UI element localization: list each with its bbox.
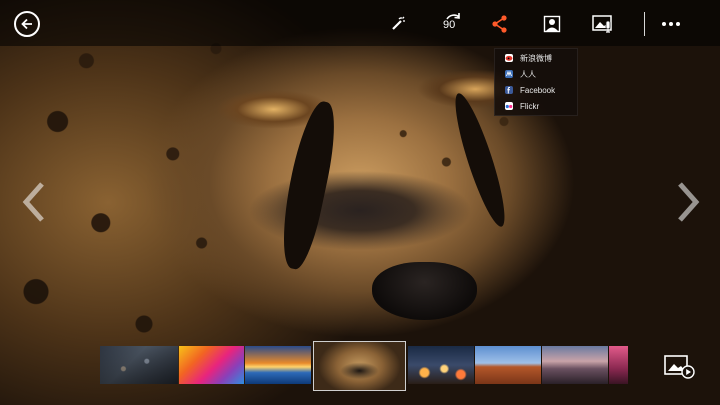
share-item-label: Facebook	[520, 85, 556, 95]
next-button[interactable]	[672, 180, 702, 224]
share-item-facebook[interactable]: Facebook	[495, 82, 577, 98]
set-as-button[interactable]	[538, 10, 566, 38]
chevron-left-icon	[22, 182, 44, 222]
rotate-unit: °	[457, 15, 460, 22]
magic-wand-icon	[392, 16, 405, 30]
photo-viewer: 90 ° 新浪微博 人人 Facebook Flickr	[0, 0, 720, 405]
image-microphone-icon	[592, 15, 612, 33]
bokeh-lights-thumbnail[interactable]	[408, 346, 474, 384]
share-menu: 新浪微博 人人 Facebook Flickr	[494, 48, 578, 116]
back-arrow-icon	[21, 18, 32, 30]
share-item-flickr[interactable]: Flickr	[495, 98, 577, 114]
filmstrip	[100, 341, 628, 391]
renren-icon	[505, 70, 513, 78]
enhance-button[interactable]	[384, 10, 412, 38]
top-toolbar: 90 °	[0, 0, 720, 46]
more-icon	[662, 22, 680, 26]
monument-valley-thumbnail[interactable]	[475, 346, 541, 384]
pink-abstract-thumbnail[interactable]	[609, 346, 628, 384]
narrate-button[interactable]	[589, 10, 617, 38]
colorful-abstract-thumbnail[interactable]	[179, 346, 244, 384]
share-button[interactable]	[486, 10, 514, 38]
toolbar-divider	[644, 12, 645, 36]
share-icon	[492, 15, 507, 33]
share-item-weibo[interactable]: 新浪微博	[495, 50, 577, 66]
share-item-label: Flickr	[520, 101, 540, 111]
chevron-right-icon	[678, 182, 700, 222]
rotate-value: 90	[443, 19, 456, 31]
previous-button[interactable]	[20, 180, 50, 224]
slideshow-button[interactable]	[664, 354, 696, 380]
facebook-icon	[505, 86, 513, 94]
more-button[interactable]	[657, 10, 685, 38]
weibo-icon	[505, 54, 513, 62]
share-item-label: 新浪微博	[520, 53, 552, 63]
person-icon	[543, 15, 561, 33]
share-item-label: 人人	[520, 69, 536, 79]
cheetah-thumbnail[interactable]	[313, 341, 406, 391]
flickr-icon	[505, 102, 513, 110]
slideshow-icon	[664, 355, 695, 379]
sunset-sea-thumbnail[interactable]	[245, 346, 311, 384]
city-night-thumbnail[interactable]	[100, 346, 178, 384]
road-dusk-thumbnail[interactable]	[542, 346, 608, 384]
back-button[interactable]	[14, 11, 40, 37]
share-item-renren[interactable]: 人人	[495, 66, 577, 82]
